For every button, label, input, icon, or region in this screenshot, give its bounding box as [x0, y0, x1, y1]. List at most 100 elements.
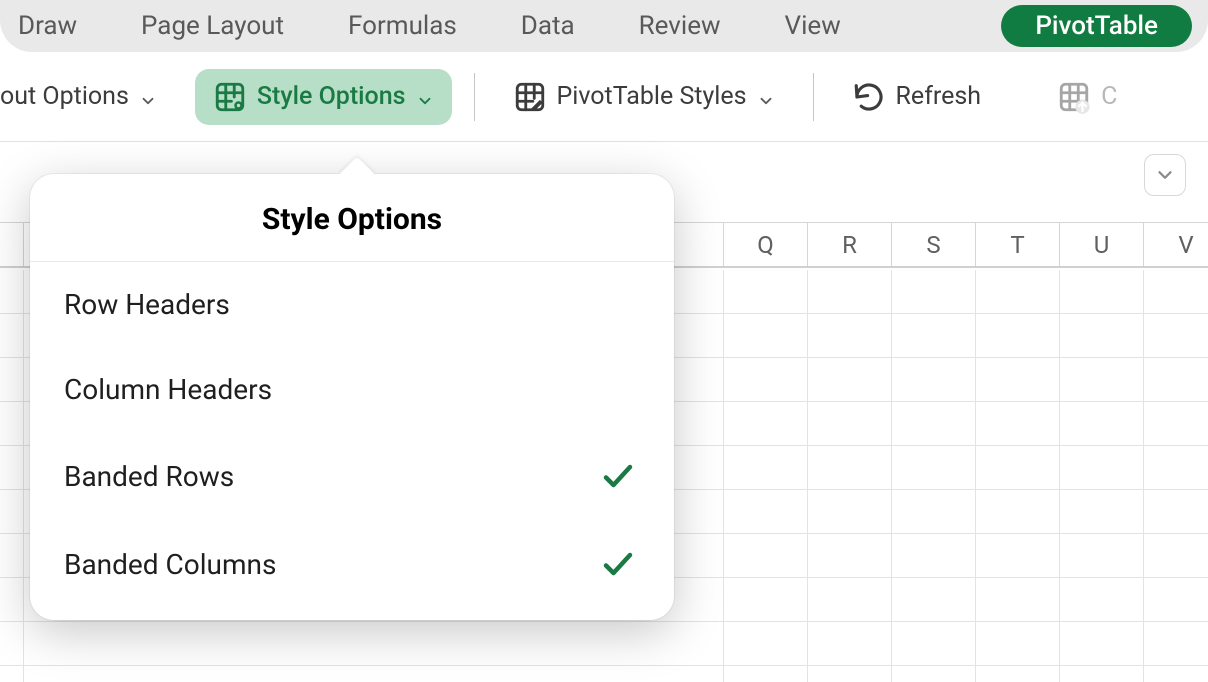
refresh-button[interactable]: Refresh	[836, 69, 998, 125]
cell[interactable]	[976, 666, 1060, 682]
cell[interactable]	[892, 534, 976, 578]
tab-view[interactable]: View	[785, 11, 841, 41]
cell[interactable]	[808, 270, 892, 314]
cell[interactable]	[0, 446, 24, 490]
cell[interactable]	[1060, 534, 1144, 578]
column-header-v[interactable]: V	[1144, 223, 1208, 266]
cell[interactable]	[1144, 358, 1208, 402]
cell[interactable]	[1144, 578, 1208, 622]
cell[interactable]	[724, 358, 808, 402]
cell[interactable]	[976, 490, 1060, 534]
cell[interactable]	[892, 358, 976, 402]
column-header-t[interactable]: T	[976, 223, 1060, 266]
cell[interactable]	[1060, 622, 1144, 666]
cell[interactable]	[0, 534, 24, 578]
cell[interactable]	[892, 666, 976, 682]
cell[interactable]	[724, 534, 808, 578]
cell[interactable]	[892, 622, 976, 666]
column-header-s[interactable]: S	[892, 223, 976, 266]
cell[interactable]	[1144, 270, 1208, 314]
cell[interactable]	[1060, 578, 1144, 622]
tab-pivottable[interactable]: PivotTable	[1001, 5, 1192, 47]
style-option-banded-columns[interactable]: Banded Columns	[30, 520, 674, 608]
cell[interactable]	[0, 402, 24, 446]
cell[interactable]	[724, 490, 808, 534]
cell[interactable]	[976, 578, 1060, 622]
cell[interactable]	[24, 622, 724, 666]
cell[interactable]	[0, 578, 24, 622]
cell[interactable]	[724, 402, 808, 446]
cell[interactable]	[808, 446, 892, 490]
cell[interactable]	[1144, 534, 1208, 578]
cell[interactable]	[1144, 666, 1208, 682]
column-header-r[interactable]: R	[808, 223, 892, 266]
cell[interactable]	[976, 402, 1060, 446]
cell[interactable]	[1144, 446, 1208, 490]
cell[interactable]	[724, 446, 808, 490]
cell[interactable]	[1144, 402, 1208, 446]
cell[interactable]	[724, 314, 808, 358]
cell[interactable]	[1060, 490, 1144, 534]
cell[interactable]	[0, 358, 24, 402]
cell[interactable]	[1060, 270, 1144, 314]
cell[interactable]	[892, 402, 976, 446]
column-header[interactable]	[0, 223, 24, 266]
cell[interactable]	[1060, 358, 1144, 402]
cell[interactable]	[976, 622, 1060, 666]
formula-bar-expand-button[interactable]	[1144, 154, 1186, 196]
cell[interactable]	[892, 446, 976, 490]
cell[interactable]	[0, 666, 24, 682]
cell[interactable]	[976, 358, 1060, 402]
style-option-row-headers[interactable]: Row Headers	[30, 262, 674, 347]
cell[interactable]	[724, 666, 808, 682]
clipped-label: C	[1101, 82, 1117, 111]
cell[interactable]	[808, 534, 892, 578]
table-arrow-icon	[1057, 80, 1091, 114]
clipped-button[interactable]: C	[1041, 69, 1117, 125]
style-options-button[interactable]: Style Options	[195, 69, 452, 125]
tab-formulas[interactable]: Formulas	[348, 11, 457, 41]
cell[interactable]	[808, 666, 892, 682]
popover-item-label: Row Headers	[64, 288, 230, 321]
cell[interactable]	[808, 578, 892, 622]
cell[interactable]	[0, 622, 24, 666]
cell[interactable]	[1060, 666, 1144, 682]
cell[interactable]	[892, 578, 976, 622]
cell[interactable]	[808, 622, 892, 666]
cell[interactable]	[1060, 314, 1144, 358]
cell[interactable]	[1144, 314, 1208, 358]
cell[interactable]	[724, 578, 808, 622]
cell[interactable]	[976, 314, 1060, 358]
cell[interactable]	[808, 490, 892, 534]
column-header-q[interactable]: Q	[724, 223, 808, 266]
cell[interactable]	[1144, 622, 1208, 666]
cell[interactable]	[1144, 490, 1208, 534]
layout-options-label: out Options	[0, 82, 129, 111]
cell[interactable]	[0, 270, 24, 314]
style-option-column-headers[interactable]: Column Headers	[30, 347, 674, 432]
cell[interactable]	[724, 270, 808, 314]
tab-page-layout[interactable]: Page Layout	[141, 11, 284, 41]
cell[interactable]	[892, 270, 976, 314]
cell[interactable]	[892, 314, 976, 358]
cell[interactable]	[808, 402, 892, 446]
cell[interactable]	[0, 314, 24, 358]
cell[interactable]	[808, 314, 892, 358]
column-header-u[interactable]: U	[1060, 223, 1144, 266]
cell[interactable]	[976, 446, 1060, 490]
tab-review[interactable]: Review	[639, 11, 721, 41]
tab-data[interactable]: Data	[521, 11, 575, 41]
cell[interactable]	[24, 666, 724, 682]
cell[interactable]	[808, 358, 892, 402]
cell[interactable]	[1060, 402, 1144, 446]
cell[interactable]	[0, 490, 24, 534]
cell[interactable]	[976, 534, 1060, 578]
cell[interactable]	[1060, 446, 1144, 490]
layout-options-button[interactable]: out Options	[0, 69, 173, 125]
cell[interactable]	[724, 622, 808, 666]
cell[interactable]	[976, 270, 1060, 314]
cell[interactable]	[892, 490, 976, 534]
style-option-banded-rows[interactable]: Banded Rows	[30, 432, 674, 520]
tab-draw[interactable]: Draw	[18, 11, 77, 41]
pivottable-styles-button[interactable]: PivotTable Styles	[497, 69, 791, 125]
